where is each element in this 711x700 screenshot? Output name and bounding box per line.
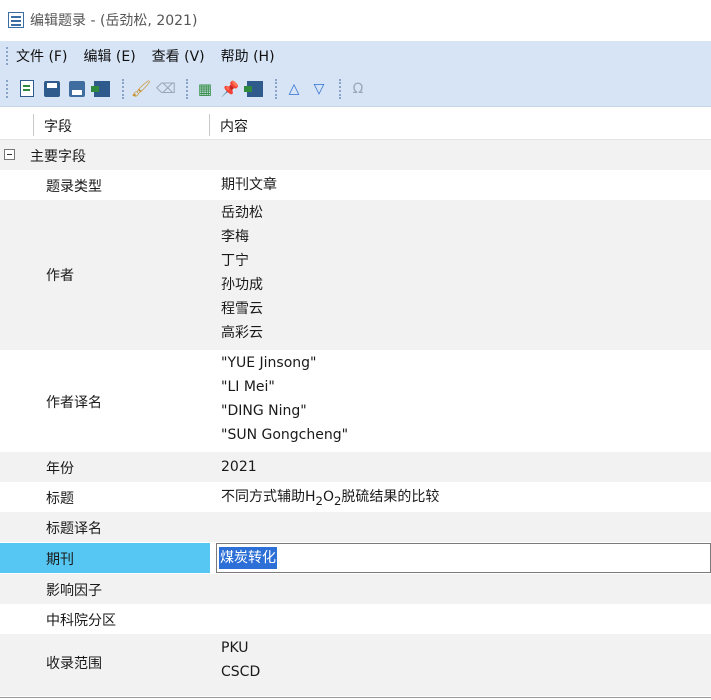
field-label: 中科院分区 — [46, 613, 116, 629]
table-row[interactable]: 作者 岳劲松 李梅 丁宁 孙功成 程雪云 高彩云 — [0, 200, 711, 350]
author-line: 程雪云 — [221, 301, 263, 317]
exit-button[interactable] — [91, 78, 113, 100]
field-value[interactable]: 2021 — [221, 455, 257, 479]
author-line: 孙功成 — [221, 277, 263, 293]
table-row[interactable]: 作者译名 "YUE Jinsong" "LI Mei" "DING Ning" … — [0, 350, 711, 452]
menu-grip — [6, 47, 10, 65]
field-value[interactable]: "YUE Jinsong" "LI Mei" "DING Ning" "SUN … — [221, 351, 348, 447]
move-down-icon: ▽ — [313, 80, 325, 97]
header-divider — [33, 114, 34, 136]
new-icon — [20, 80, 34, 97]
menu-edit[interactable]: 编辑 (E) — [83, 46, 135, 66]
author-line: 李梅 — [221, 229, 249, 245]
field-label: 年份 — [46, 461, 74, 477]
clear-icon: 🖌 — [130, 79, 152, 98]
collapse-icon[interactable] — [4, 149, 15, 160]
toolbar: 🖌 ⌫ ▦ 📌 △ ▽ Ω — [0, 71, 711, 107]
author-line: 高彩云 — [221, 325, 263, 341]
table-row[interactable]: 标题译名 — [0, 512, 711, 542]
field-label: 影响因子 — [46, 583, 102, 599]
author-line: 丁宁 — [221, 253, 249, 269]
field-label: 题录类型 — [46, 179, 102, 195]
table-row[interactable]: 中科院分区 — [0, 604, 711, 634]
title-text: 不同方式辅助H — [221, 489, 316, 505]
menu-help[interactable]: 帮助 (H) — [221, 46, 275, 66]
group-row[interactable]: 主要字段 — [0, 140, 711, 170]
table-row[interactable]: 年份 2021 — [0, 452, 711, 482]
field-value[interactable]: 期刊文章 — [221, 173, 277, 197]
field-label: 期刊 — [46, 552, 74, 568]
field-value[interactable]: PKU CSCD — [221, 636, 260, 684]
move-up-icon: △ — [288, 80, 300, 97]
save-as-button[interactable] — [66, 78, 88, 100]
toolbar-separator — [122, 78, 124, 99]
pin-icon: 📌 — [220, 79, 240, 98]
author-en-line: "YUE Jinsong" — [221, 355, 317, 371]
table-row[interactable]: 标题 不同方式辅助H2O2脱硫结果的比较 — [0, 482, 711, 512]
bottom-border — [0, 697, 711, 698]
new-button[interactable] — [16, 78, 38, 100]
table-row[interactable]: 影响因子 — [0, 574, 711, 604]
toolbar-separator — [275, 78, 277, 99]
toolbar-grip — [6, 79, 10, 98]
menu-view[interactable]: 查看 (V) — [152, 46, 205, 66]
index-line: PKU — [221, 640, 249, 656]
column-field-header[interactable]: 字段 — [44, 116, 72, 136]
exit-icon — [91, 80, 110, 97]
author-en-line: "DING Ning" — [221, 403, 307, 419]
title-text: 脱硫结果的比较 — [341, 489, 440, 505]
window-title: 编辑题录 - (岳劲松, 2021) — [30, 13, 198, 29]
clean-button: ⌫ — [155, 78, 177, 100]
selected-row-highlight — [0, 543, 210, 573]
grid-header: 字段 内容 — [0, 110, 711, 140]
table-row[interactable]: 收录范围 PKU CSCD — [0, 634, 711, 696]
field-label: 标题译名 — [46, 521, 102, 537]
selected-text[interactable]: 煤炭转化 — [219, 547, 277, 569]
fields-button[interactable]: ▦ — [194, 78, 216, 100]
title-text: O — [322, 489, 334, 505]
app-icon — [8, 12, 24, 28]
save-icon — [44, 80, 60, 97]
author-en-line: "LI Mei" — [221, 379, 275, 395]
title-subscript: 2 — [315, 493, 323, 508]
field-label: 标题 — [46, 491, 74, 507]
menu-bar: 文件 (F) 编辑 (E) 查看 (V) 帮助 (H) — [0, 41, 711, 71]
index-line: CSCD — [221, 664, 261, 680]
fields-icon: ▦ — [197, 79, 213, 98]
header-divider[interactable] — [209, 114, 210, 136]
close-icon — [244, 80, 263, 97]
move-down-button[interactable]: ▽ — [308, 78, 330, 100]
menu-file[interactable]: 文件 (F) — [16, 46, 67, 66]
author-line: 岳劲松 — [221, 205, 263, 221]
table-row[interactable]: 题录类型 期刊文章 — [0, 170, 711, 200]
move-up-button[interactable]: △ — [283, 78, 305, 100]
close-button[interactable] — [244, 78, 266, 100]
save-as-icon — [69, 80, 85, 97]
title-bar: 编辑题录 - (岳劲松, 2021) — [0, 0, 711, 40]
field-label: 收录范围 — [46, 656, 102, 672]
field-label: 作者 — [46, 268, 74, 284]
save-button[interactable] — [41, 78, 63, 100]
field-value[interactable]: 岳劲松 李梅 丁宁 孙功成 程雪云 高彩云 — [221, 201, 263, 345]
table-row-selected[interactable]: 期刊 煤炭转化 — [0, 542, 711, 574]
clean-disabled-icon: ⌫ — [156, 80, 176, 97]
group-name: 主要字段 — [30, 149, 86, 165]
toolbar-separator — [186, 78, 188, 99]
journal-edit-field[interactable]: 煤炭转化 — [216, 543, 711, 573]
field-value[interactable]: 不同方式辅助H2O2脱硫结果的比较 — [221, 485, 439, 513]
column-value-header[interactable]: 内容 — [220, 116, 248, 136]
pin-button[interactable]: 📌 — [219, 78, 241, 100]
toolbar-separator — [339, 78, 341, 99]
clear-button[interactable]: 🖌 — [130, 78, 152, 100]
author-en-line: "SUN Gongcheng" — [221, 427, 349, 443]
field-label: 作者译名 — [46, 395, 102, 411]
omega-button: Ω — [347, 78, 369, 100]
omega-icon: Ω — [352, 80, 364, 97]
